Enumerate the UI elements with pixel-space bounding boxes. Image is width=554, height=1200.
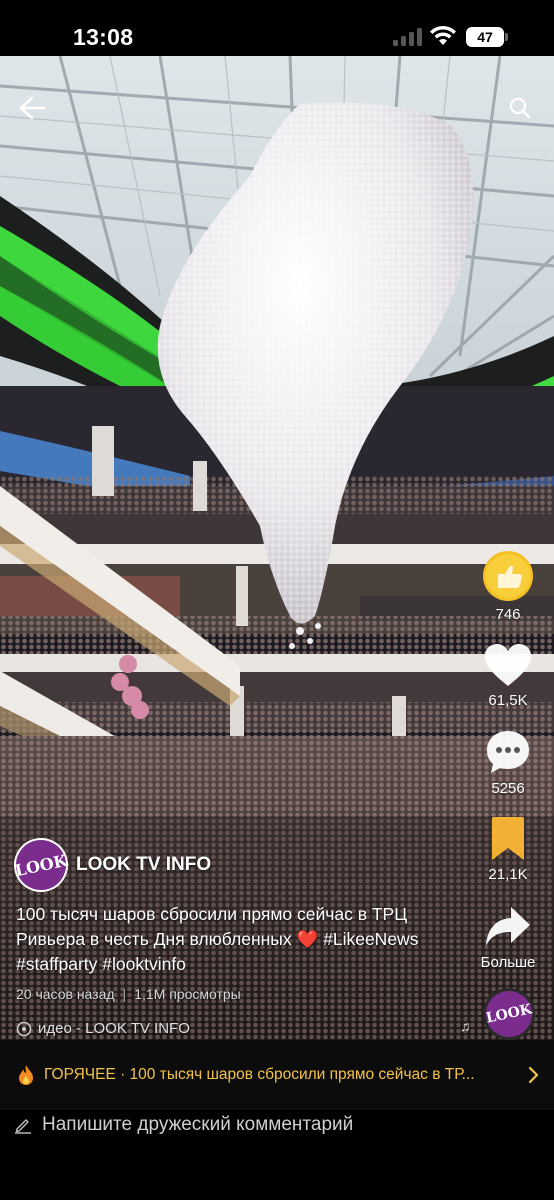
back-button[interactable] xyxy=(12,88,52,128)
music-row[interactable]: идео - LOOK TV INFO xyxy=(16,1020,190,1037)
bookmark-icon xyxy=(492,817,524,860)
avatar[interactable]: LOOK xyxy=(8,832,74,898)
share-arrow-icon xyxy=(486,907,530,946)
time-ago: 20 часов назад xyxy=(16,986,115,1002)
search-button[interactable] xyxy=(500,88,540,128)
comment-input[interactable]: Напишите дружеский комментарий xyxy=(14,1110,353,1140)
arrow-left-icon xyxy=(19,96,46,120)
author-row[interactable]: LOOK LOOK TV INFO xyxy=(8,832,211,898)
video-frame xyxy=(0,56,554,1040)
fire-icon xyxy=(19,1065,33,1085)
chat-bubble-icon xyxy=(487,731,529,773)
music-label: идео - LOOK TV INFO xyxy=(38,1020,190,1037)
super-like-count: 746 xyxy=(495,606,521,623)
like-count: 61,5K xyxy=(488,692,528,709)
comments-button[interactable]: 5256 xyxy=(468,728,548,797)
chevron-right-icon xyxy=(528,1066,539,1084)
video-caption: 100 тысяч шаров сбросили прямо сейчас в … xyxy=(16,904,419,974)
thumbs-up-badge-icon xyxy=(483,551,533,601)
author-name[interactable]: LOOK TV INFO xyxy=(76,854,211,876)
heart-icon xyxy=(485,644,531,686)
cellular-signal-icon xyxy=(393,28,423,46)
save-button[interactable]: 21,1K xyxy=(468,816,548,883)
music-note-icon: ♫ xyxy=(460,1018,471,1034)
search-icon xyxy=(509,97,531,119)
share-label: Больше xyxy=(480,954,536,971)
save-count: 21,1K xyxy=(488,866,528,883)
hot-banner[interactable]: ГОРЯЧЕЕ · 100 тысяч шаров сбросили прямо… xyxy=(0,1040,554,1110)
like-button[interactable]: 61,5K xyxy=(468,642,548,709)
super-like-button[interactable]: 746 xyxy=(468,550,548,623)
status-bar: 13:08 47 xyxy=(0,0,554,56)
comment-placeholder: Напишите дружеский комментарий xyxy=(42,1114,354,1135)
video-meta: 20 часов назад | 1,1М просмотры xyxy=(16,986,241,1002)
wifi-icon xyxy=(430,25,456,45)
battery-cap xyxy=(505,33,508,41)
pencil-icon xyxy=(15,1119,31,1134)
hot-banner-text: ГОРЯЧЕЕ · 100 тысяч шаров сбросили прямо… xyxy=(44,1066,475,1083)
status-time: 13:08 xyxy=(73,24,134,50)
share-button[interactable]: Больше xyxy=(468,904,548,971)
battery-indicator: 47 xyxy=(466,27,504,47)
video-player[interactable]: 746 61,5K 5256 21,1K Больше LOOK LOOK TV… xyxy=(0,56,554,1040)
comments-count: 5256 xyxy=(491,780,525,797)
meta-separator: | xyxy=(122,986,127,1002)
music-disc-icon xyxy=(16,1021,32,1036)
view-count: 1,1М просмотры xyxy=(134,986,241,1002)
comment-bar: Напишите дружеский комментарий xyxy=(0,1110,554,1200)
